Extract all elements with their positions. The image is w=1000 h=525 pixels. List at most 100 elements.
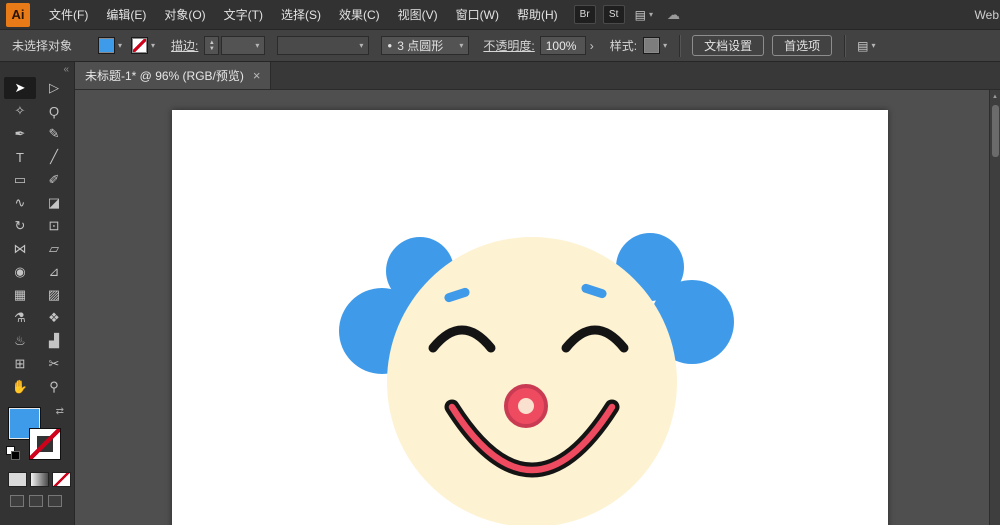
draw-inside-button[interactable] xyxy=(48,495,62,507)
tool-grid: ➤ ▷ ✧ Ϙ ✒ ✎ T ╱ ▭ ✐ ∿ ◪ ↻ ⊡ ⋈ ▱ ◉ ⊿ ▦ ▨ … xyxy=(0,77,74,398)
opacity-input[interactable]: 100% xyxy=(539,36,586,55)
graphic-style-swatch[interactable] xyxy=(643,37,661,54)
fill-stroke-control: ⇄ xyxy=(0,404,74,468)
clown-face[interactable] xyxy=(387,237,677,525)
none-slash-icon xyxy=(30,429,60,459)
scroll-up-icon[interactable]: ▲ xyxy=(990,90,1000,103)
tool-column-graph[interactable]: ▟ xyxy=(38,330,70,352)
menu-bar: Ai 文件(F) 编辑(E) 对象(O) 文字(T) 选择(S) 效果(C) 视… xyxy=(0,0,1000,30)
collapse-panel-icon[interactable]: « xyxy=(63,64,69,75)
tool-perspective-grid[interactable]: ⊿ xyxy=(38,261,70,283)
stock-button[interactable]: St xyxy=(602,5,625,24)
tool-shaper[interactable]: ∿ xyxy=(4,192,36,214)
tool-hand[interactable]: ✋ xyxy=(4,376,36,398)
tool-pen[interactable]: ✒ xyxy=(4,123,36,145)
graphic-style-picker[interactable]: ▾ xyxy=(643,37,667,54)
pasteboard[interactable]: ▲ xyxy=(75,90,1000,525)
stroke-swatch[interactable] xyxy=(29,428,61,460)
clown-artwork[interactable] xyxy=(172,110,888,525)
tool-gradient[interactable]: ▨ xyxy=(38,284,70,306)
tools-panel: « ➤ ▷ ✧ Ϙ ✒ ✎ T ╱ ▭ ✐ ∿ ◪ ↻ ⊡ ⋈ ▱ ◉ ⊿ ▦ … xyxy=(0,62,75,525)
tool-shape-builder[interactable]: ◉ xyxy=(4,261,36,283)
chevron-down-icon: ▾ xyxy=(663,41,668,50)
tool-width[interactable]: ⋈ xyxy=(4,238,36,260)
stroke-label[interactable]: 描边: xyxy=(171,37,198,54)
stepper-down-icon[interactable]: ▼ xyxy=(209,46,215,52)
tool-line-segment[interactable]: ╱ xyxy=(38,146,70,168)
stroke-color-picker[interactable]: ▾ xyxy=(131,37,155,54)
tool-symbol-sprayer[interactable]: ♨ xyxy=(4,330,36,352)
menu-edit[interactable]: 编辑(E) xyxy=(97,0,155,30)
preferences-button[interactable]: 首选项 xyxy=(772,35,833,56)
menu-file[interactable]: 文件(F) xyxy=(40,0,97,30)
chevron-down-icon: ▾ xyxy=(359,41,364,50)
stroke-weight-dropdown[interactable]: ▾ xyxy=(221,36,266,55)
selection-status-label: 未选择对象 xyxy=(12,39,73,53)
tool-zoom[interactable]: ⚲ xyxy=(38,376,70,398)
document-setup-button[interactable]: 文档设置 xyxy=(692,35,765,56)
draw-mode-buttons xyxy=(0,495,74,507)
tool-type[interactable]: T xyxy=(4,146,36,168)
brush-dot-icon: ● xyxy=(387,41,393,50)
tool-rectangle[interactable]: ▭ xyxy=(4,169,36,191)
none-mode-button[interactable] xyxy=(52,472,71,487)
opacity-dropdown-icon[interactable]: › xyxy=(590,39,594,53)
tool-lasso[interactable]: Ϙ xyxy=(38,100,70,122)
chevron-down-icon: ▾ xyxy=(459,41,464,50)
illustrator-logo-icon: Ai xyxy=(6,2,30,27)
stroke-weight-stepper[interactable]: ▲ ▼ xyxy=(204,36,220,55)
workspace-switcher[interactable]: Web xyxy=(975,8,1000,22)
bridge-button[interactable]: Br xyxy=(573,5,596,24)
gradient-mode-button[interactable] xyxy=(30,472,49,487)
variable-width-profile-dropdown[interactable]: ▾ xyxy=(277,36,370,55)
menu-view[interactable]: 视图(V) xyxy=(389,0,447,30)
fill-color-picker[interactable]: ▾ xyxy=(98,37,122,54)
tool-free-transform[interactable]: ▱ xyxy=(38,238,70,260)
document-tab[interactable]: 未标题-1* @ 96% (RGB/预览) × xyxy=(75,62,272,89)
tool-eyedropper[interactable]: ⚗ xyxy=(4,307,36,329)
document-tab-bar: 未标题-1* @ 96% (RGB/预览) × xyxy=(75,62,1000,90)
menu-help[interactable]: 帮助(H) xyxy=(508,0,567,30)
tool-direct-selection[interactable]: ▷ xyxy=(38,77,70,99)
nose-highlight xyxy=(518,398,534,414)
tool-mesh[interactable]: ▦ xyxy=(4,284,36,306)
menu-effect[interactable]: 效果(C) xyxy=(330,0,389,30)
color-mode-button[interactable] xyxy=(8,472,27,487)
document-tab-title: 未标题-1* @ 96% (RGB/预览) xyxy=(85,69,244,83)
menu-type[interactable]: 文字(T) xyxy=(215,0,272,30)
control-bar: 未选择对象 ▾ ▾ 描边: ▲ ▼ ▾ ▾ ● 3 点圆形 ▾ 不透明度: 10… xyxy=(0,30,1000,62)
menu-object[interactable]: 对象(O) xyxy=(155,0,214,30)
tool-eraser[interactable]: ◪ xyxy=(38,192,70,214)
swap-fill-stroke-icon[interactable]: ⇄ xyxy=(56,406,64,417)
menu-select[interactable]: 选择(S) xyxy=(272,0,330,30)
brush-definition-dropdown[interactable]: ● 3 点圆形 ▾ xyxy=(381,36,470,55)
tool-blend[interactable]: ❖ xyxy=(38,307,70,329)
fill-color-swatch[interactable] xyxy=(98,37,116,54)
vertical-scrollbar[interactable]: ▲ xyxy=(989,90,1000,525)
brush-definition-value: 3 点圆形 xyxy=(397,39,444,53)
opacity-label[interactable]: 不透明度: xyxy=(483,37,534,54)
paint-mode-buttons xyxy=(0,472,74,487)
tool-paintbrush[interactable]: ✐ xyxy=(38,169,70,191)
tool-curvature[interactable]: ✎ xyxy=(38,123,70,145)
default-fill-stroke-icon[interactable] xyxy=(6,446,20,460)
draw-behind-button[interactable] xyxy=(29,495,43,507)
cloud-sync-icon[interactable]: ☁ xyxy=(667,7,680,23)
artboard[interactable] xyxy=(172,110,888,525)
close-icon[interactable]: × xyxy=(253,68,261,83)
tool-artboard[interactable]: ⊞ xyxy=(4,353,36,375)
tool-scale[interactable]: ⊡ xyxy=(38,215,70,237)
tool-selection[interactable]: ➤ xyxy=(4,77,36,99)
chevron-down-icon: ▾ xyxy=(255,41,260,50)
arrange-panel-icon: ▤ xyxy=(857,38,869,53)
tool-slice[interactable]: ✂ xyxy=(38,353,70,375)
scrollbar-thumb[interactable] xyxy=(992,105,999,157)
arrange-panel-button[interactable]: ▤ ▾ xyxy=(857,39,875,53)
stroke-none-swatch[interactable] xyxy=(131,37,149,54)
tool-rotate[interactable]: ↻ xyxy=(4,215,36,237)
chevron-down-icon: ▾ xyxy=(118,41,123,50)
tool-magic-wand[interactable]: ✧ xyxy=(4,100,36,122)
arrange-documents-button[interactable]: ▤ ▾ xyxy=(635,8,653,22)
menu-window[interactable]: 窗口(W) xyxy=(447,0,508,30)
draw-normal-button[interactable] xyxy=(10,495,24,507)
